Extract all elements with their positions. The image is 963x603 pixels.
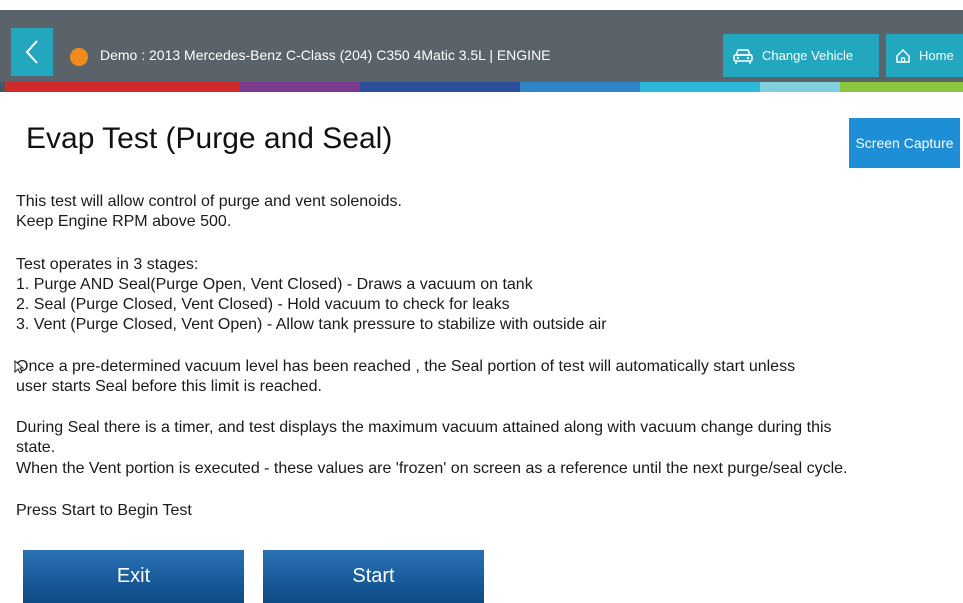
home-button[interactable]: Home — [886, 34, 963, 77]
start-button[interactable]: Start — [263, 550, 484, 603]
instruction-line: 1. Purge AND Seal(Purge Open, Vent Close… — [16, 276, 533, 293]
page-title: Evap Test (Purge and Seal) — [26, 122, 393, 155]
color-stripe — [0, 82, 963, 92]
instruction-line: When the Vent portion is executed - thes… — [16, 460, 848, 477]
vehicle-title: Demo : 2013 Mercedes-Benz C-Class (204) … — [100, 47, 551, 63]
change-vehicle-label: Change Vehicle — [762, 48, 854, 63]
instruction-line: 2. Seal (Purge Closed, Vent Closed) - Ho… — [16, 296, 510, 313]
instruction-line: Test operates in 3 stages: — [16, 256, 199, 273]
car-icon — [732, 46, 754, 66]
instruction-line: state. — [16, 439, 56, 456]
instruction-line: Keep Engine RPM above 500. — [16, 213, 232, 230]
instruction-line: 3. Vent (Purge Closed, Vent Open) - Allo… — [16, 316, 607, 333]
instruction-line: user starts Seal before this limit is re… — [16, 378, 322, 395]
home-icon — [895, 48, 911, 64]
status-indicator — [70, 48, 88, 66]
mouse-cursor-icon — [14, 359, 25, 379]
instruction-line: Once a pre-determined vacuum level has b… — [16, 358, 796, 375]
chevron-left-icon — [25, 40, 38, 64]
header-bar: Demo : 2013 Mercedes-Benz C-Class (204) … — [0, 10, 963, 82]
screen-capture-button[interactable]: Screen Capture — [849, 118, 960, 168]
exit-button[interactable]: Exit — [23, 550, 244, 603]
home-label: Home — [919, 48, 954, 63]
instruction-line: Press Start to Begin Test — [16, 502, 192, 519]
back-button[interactable] — [11, 28, 53, 76]
top-strip — [0, 0, 963, 10]
instruction-line: During Seal there is a timer, and test d… — [16, 419, 832, 436]
change-vehicle-button[interactable]: Change Vehicle — [723, 34, 879, 77]
instruction-line: This test will allow control of purge an… — [16, 193, 402, 210]
